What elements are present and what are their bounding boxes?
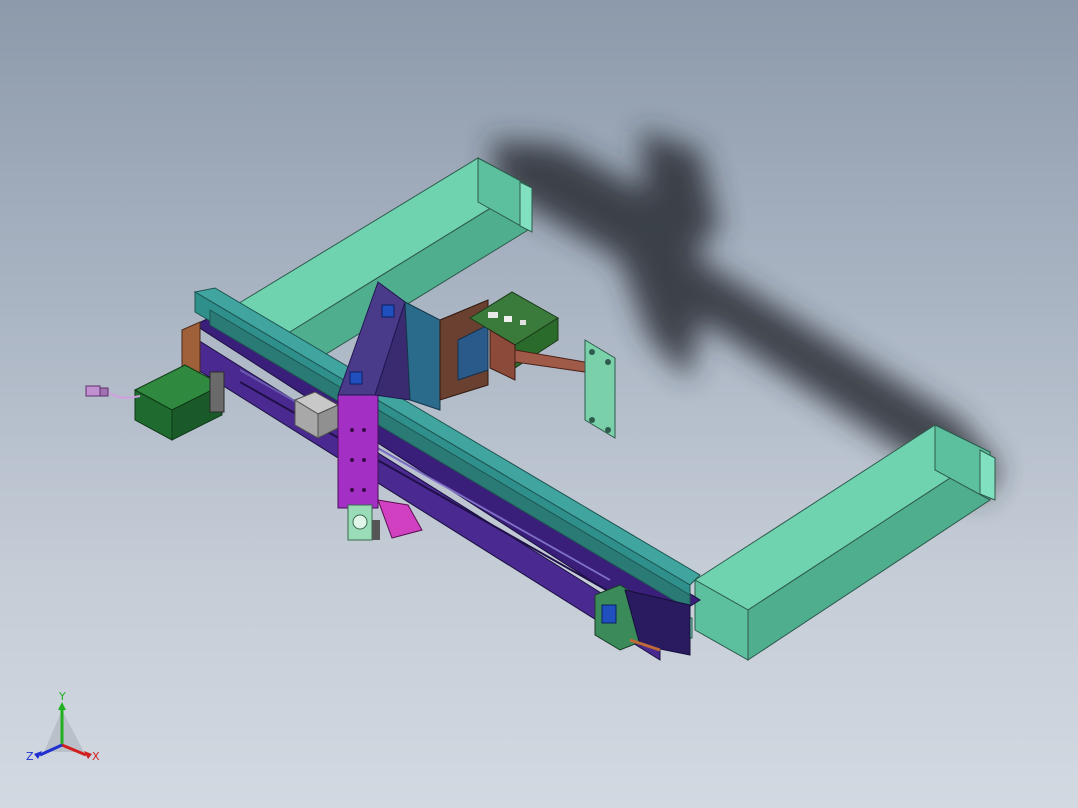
frame-beam-front[interactable] bbox=[671, 424, 996, 661]
motor-cable bbox=[85, 385, 141, 399]
z-axis-label: Z bbox=[26, 750, 34, 763]
gantry-assembly-model[interactable] bbox=[0, 0, 1078, 808]
cad-3d-viewport[interactable]: Y X Z bbox=[0, 0, 1078, 808]
x-axis-label: X bbox=[92, 750, 100, 763]
stepper-motor[interactable] bbox=[133, 364, 225, 441]
mounting-plate[interactable] bbox=[584, 339, 616, 439]
orientation-triad[interactable]: Y X Z bbox=[22, 690, 112, 770]
lower-carriage[interactable] bbox=[347, 499, 423, 541]
y-axis-label: Y bbox=[58, 690, 66, 703]
xyz-axis-triad-icon: Y X Z bbox=[26, 690, 100, 763]
vertical-carriage-plate[interactable] bbox=[337, 394, 379, 509]
